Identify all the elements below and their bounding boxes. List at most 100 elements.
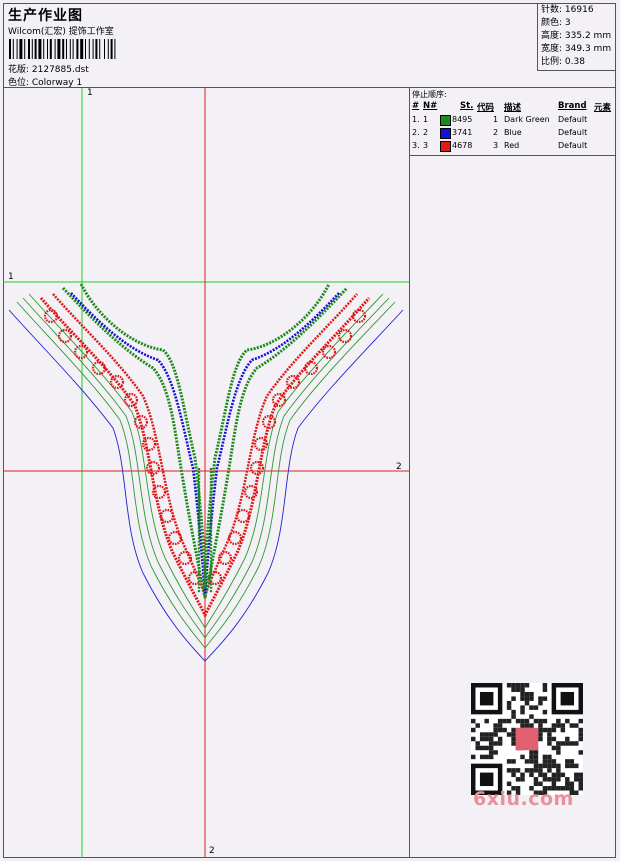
qr-module <box>502 727 507 733</box>
qr-module <box>529 750 534 755</box>
qr-module <box>511 727 516 733</box>
qr-module <box>547 732 552 737</box>
qr-module <box>529 696 534 701</box>
qr-module <box>542 709 548 715</box>
barcode-bar <box>104 39 105 59</box>
qr-module <box>506 700 512 706</box>
scallop-loop <box>167 530 183 546</box>
qr-module <box>506 683 512 688</box>
qr-module <box>515 727 539 751</box>
qr-module <box>538 772 543 778</box>
qr-module <box>556 741 561 746</box>
qr-module <box>560 741 566 746</box>
barcode-bar <box>95 39 98 59</box>
qr-module <box>506 781 512 787</box>
qr-module <box>475 723 480 728</box>
qr-module <box>551 745 557 751</box>
barcode-bar <box>28 39 30 59</box>
row-brand: Default <box>558 141 588 150</box>
qr-module <box>529 691 534 697</box>
qr-module <box>484 736 489 742</box>
qr-module <box>560 727 566 733</box>
qr-module <box>538 781 543 787</box>
qr-module <box>542 763 548 769</box>
qr-module <box>471 718 476 724</box>
qr-module <box>520 687 525 692</box>
qr-module <box>542 687 548 692</box>
qr-module <box>574 741 579 746</box>
qr-module <box>488 745 494 751</box>
qr-module <box>560 691 575 706</box>
stat-row: 高度: 335.2 mm <box>541 30 616 43</box>
qr-module <box>471 727 476 733</box>
qr-module <box>556 723 561 728</box>
qr-module <box>551 763 557 769</box>
qr-module <box>547 768 552 773</box>
row-description: Red <box>504 141 520 150</box>
qr-module <box>511 714 516 719</box>
color-swatch <box>440 128 451 139</box>
qr-module <box>488 741 494 746</box>
qr-module <box>569 723 575 728</box>
qr-module <box>547 754 552 760</box>
qr-module <box>542 759 548 764</box>
qr-module <box>578 777 583 782</box>
row-stitches: 8495 <box>452 115 473 124</box>
qr-module <box>565 777 570 782</box>
stat-value: 0.38 <box>564 57 585 67</box>
scallop-loop <box>159 508 175 524</box>
qr-module <box>524 696 530 701</box>
row-needle: 1 <box>423 115 429 124</box>
stat-label: 高度: <box>541 31 563 41</box>
qr-module <box>529 714 534 719</box>
qr-module <box>547 763 552 769</box>
qr-module <box>538 732 543 737</box>
col-header-brand: Brand <box>558 101 587 111</box>
barcode-bar <box>69 39 71 59</box>
qr-module <box>524 691 530 697</box>
row-needle: 2 <box>423 128 429 137</box>
qr-module <box>506 732 512 737</box>
qr-module <box>529 768 534 773</box>
qr-module <box>565 741 570 746</box>
qr-module <box>556 718 561 724</box>
qr-module <box>511 772 516 778</box>
qr-module <box>524 718 530 724</box>
table-row: 3. 3 4678 3 Red Default <box>409 141 616 154</box>
qr-module <box>488 754 494 760</box>
row-code: 1 <box>493 115 499 124</box>
embroidery-design <box>3 88 409 858</box>
scallop-loop <box>285 374 301 390</box>
stat-value: 349.3 mm <box>564 44 612 54</box>
qr-module <box>538 763 543 769</box>
scallop-loop <box>57 328 73 344</box>
col-header-description: 描述 <box>504 103 522 113</box>
stat-label: 颜色: <box>541 18 563 28</box>
qr-module <box>511 709 516 715</box>
qr-module <box>569 781 575 787</box>
green-guide-label: 1 <box>87 88 93 98</box>
qr-module <box>506 768 512 773</box>
green-guide-label: 1 <box>8 272 14 282</box>
qr-module <box>578 750 583 755</box>
qr-module <box>538 727 543 733</box>
embroidery-canvas[interactable]: 1 1 2 2 <box>3 88 409 858</box>
qr-module <box>511 741 516 746</box>
qr-module <box>578 772 583 778</box>
col-header-n: N# <box>423 101 438 111</box>
qr-module <box>560 723 566 728</box>
qr-module <box>515 687 521 692</box>
qr-module <box>542 683 548 688</box>
stat-row: 针数: 16916 <box>541 4 616 17</box>
row-description: Dark Green <box>504 115 550 124</box>
qr-module <box>488 736 494 742</box>
qr-module <box>520 777 525 782</box>
qr-module <box>542 777 548 782</box>
barcode-bar <box>110 39 113 59</box>
qr-module <box>578 736 583 742</box>
qr-module <box>533 705 539 710</box>
qr-module <box>569 741 575 746</box>
qr-module <box>506 759 512 764</box>
qr-module <box>574 723 579 728</box>
barcode-bar <box>80 39 84 59</box>
